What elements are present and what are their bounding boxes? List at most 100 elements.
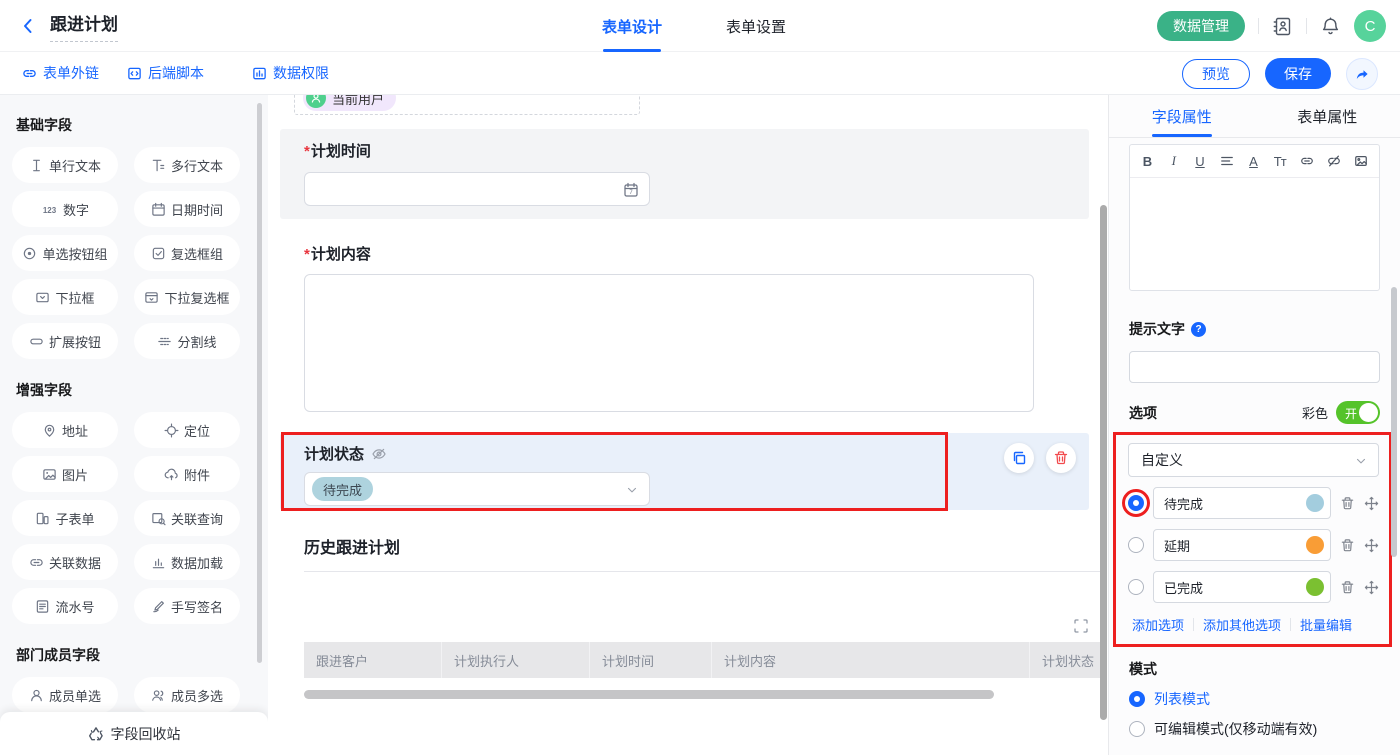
field-pill-radio-group[interactable]: 单选按钮组 [12, 235, 118, 271]
eye-off-icon [371, 446, 387, 462]
field-pill-lookup-query[interactable]: 关联查询 [134, 500, 240, 536]
option-label-input[interactable] [1153, 571, 1331, 603]
option-radio[interactable] [1128, 537, 1144, 553]
contacts-book-icon[interactable] [1272, 16, 1293, 37]
font-color-button[interactable]: A [1247, 154, 1260, 169]
top-header: 跟进计划 表单设计 表单设置 数据管理 C [0, 0, 1400, 52]
field-pill-divider[interactable]: 分割线 [134, 323, 240, 359]
option-radio[interactable] [1128, 579, 1144, 595]
delete-option-icon[interactable] [1340, 496, 1355, 511]
mode-radio-selected [1129, 691, 1145, 707]
option-label-input[interactable] [1153, 487, 1331, 519]
section-title-enhanced: 增强字段 [16, 380, 268, 400]
insert-link-icon[interactable] [1300, 154, 1314, 168]
plan-content-label: *计划内容 [304, 243, 1077, 264]
field-pill-member-single[interactable]: 成员单选 [12, 677, 118, 713]
label-rich-text-editor[interactable]: B I U A Tᴛ [1129, 144, 1380, 291]
copy-field-button[interactable] [1004, 443, 1034, 473]
field-pill-checkbox-group[interactable]: 复选框组 [134, 235, 240, 271]
field-pill-number[interactable]: 123数字 [12, 191, 118, 227]
plan-time-date-input[interactable]: 7 [304, 172, 650, 206]
field-pill-attachment[interactable]: 附件 [134, 456, 240, 492]
user-avatar[interactable]: C [1354, 10, 1386, 42]
tab-form-settings[interactable]: 表单设置 [726, 0, 786, 52]
mode-editable[interactable]: 可编辑模式(仅移动端有效) [1129, 719, 1380, 739]
expand-fullscreen-icon[interactable] [1073, 618, 1089, 634]
field-pill-address[interactable]: 地址 [12, 412, 118, 448]
option-source-select[interactable]: 自定义 [1128, 443, 1379, 477]
divider [1258, 18, 1259, 34]
field-history-subform[interactable]: 历史跟进计划 跟进客户 计划执行人 计划时间 计划内容 计划状态 [280, 522, 1101, 699]
field-pill-signature[interactable]: 手写签名 [134, 588, 240, 624]
underline-button[interactable]: U [1194, 154, 1207, 169]
italic-button[interactable]: I [1167, 153, 1180, 169]
drag-move-icon[interactable] [1364, 580, 1379, 595]
external-link-action[interactable]: 表单外链 [22, 63, 99, 83]
section-title-basic: 基础字段 [16, 115, 268, 135]
field-recycle-bin[interactable]: 字段回收站 [0, 712, 268, 755]
field-pill-datetime[interactable]: 日期时间 [134, 191, 240, 227]
drag-move-icon[interactable] [1364, 538, 1379, 553]
plan-content-textarea[interactable] [304, 274, 1034, 412]
table-horizontal-scrollbar[interactable] [304, 690, 994, 699]
help-icon[interactable]: ? [1191, 322, 1206, 337]
remove-link-icon[interactable] [1327, 154, 1341, 168]
form-title-edit[interactable]: 跟进计划 [50, 10, 118, 42]
field-pill-image[interactable]: 图片 [12, 456, 118, 492]
share-button[interactable] [1346, 58, 1378, 90]
field-pill-subform[interactable]: 子表单 [12, 500, 118, 536]
save-button[interactable]: 保存 [1265, 58, 1331, 89]
field-pill-multiselect[interactable]: 下拉复选框 [134, 279, 240, 315]
tab-field-properties[interactable]: 字段属性 [1109, 95, 1255, 137]
align-icon[interactable] [1220, 154, 1234, 168]
current-user-field[interactable]: 当前用户 [294, 95, 640, 115]
chart-bars-icon [151, 555, 166, 570]
option-radio-selected[interactable] [1128, 495, 1144, 511]
data-permission-action[interactable]: 数据权限 [252, 63, 329, 83]
drag-move-icon[interactable] [1364, 496, 1379, 511]
mode-list[interactable]: 列表模式 [1129, 689, 1380, 709]
canvas-scrollbar[interactable] [1100, 205, 1107, 720]
field-pill-data-load[interactable]: 数据加载 [134, 544, 240, 580]
panel-scrollbar[interactable] [1391, 287, 1397, 557]
notification-bell-icon[interactable] [1320, 16, 1341, 37]
batch-edit-link[interactable]: 批量编辑 [1300, 615, 1352, 634]
sidebar-scrollbar[interactable] [257, 103, 262, 663]
field-pill-multi-text[interactable]: 多行文本 [134, 147, 240, 183]
data-manage-button[interactable]: 数据管理 [1157, 11, 1245, 41]
tab-form-properties[interactable]: 表单属性 [1255, 95, 1400, 137]
column-header: 计划执行人 [442, 642, 590, 678]
field-pill-linked-data[interactable]: 关联数据 [12, 544, 118, 580]
option-color-dot[interactable] [1306, 494, 1324, 512]
delete-option-icon[interactable] [1340, 580, 1355, 595]
insert-image-icon[interactable] [1354, 154, 1368, 168]
back-icon[interactable] [18, 16, 38, 36]
add-other-option-link[interactable]: 添加其他选项 [1203, 615, 1281, 634]
tab-form-design[interactable]: 表单设计 [602, 0, 662, 52]
delete-field-button[interactable] [1046, 443, 1076, 473]
backend-script-action[interactable]: 后端脚本 [127, 63, 204, 83]
field-pill-select[interactable]: 下拉框 [12, 279, 118, 315]
field-pill-member-multi[interactable]: 成员多选 [134, 677, 240, 713]
field-pill-locate[interactable]: 定位 [134, 412, 240, 448]
field-pill-single-text[interactable]: 单行文本 [12, 147, 118, 183]
text-cursor-icon [29, 158, 44, 173]
current-user-chip: 当前用户 [303, 95, 396, 111]
preview-button[interactable]: 预览 [1182, 59, 1250, 89]
field-plan-status-selected[interactable]: 计划状态 待完成 [280, 433, 1089, 510]
option-color-dot[interactable] [1306, 578, 1324, 596]
field-plan-content[interactable]: *计划内容 [280, 231, 1089, 421]
field-pill-serial-number[interactable]: 流水号 [12, 588, 118, 624]
field-pill-extend-button[interactable]: 扩展按钮 [12, 323, 118, 359]
option-color-dot[interactable] [1306, 536, 1324, 554]
hint-text-input[interactable] [1129, 351, 1380, 383]
colorful-toggle-on[interactable]: 开 [1336, 401, 1380, 424]
calendar-icon [151, 202, 166, 217]
font-size-button[interactable]: Tᴛ [1273, 154, 1286, 169]
plan-status-select[interactable]: 待完成 [304, 472, 650, 506]
add-option-link[interactable]: 添加选项 [1132, 615, 1184, 634]
option-label-input[interactable] [1153, 529, 1331, 561]
bold-button[interactable]: B [1141, 154, 1154, 169]
delete-option-icon[interactable] [1340, 538, 1355, 553]
field-plan-time[interactable]: *计划时间 7 [280, 129, 1089, 219]
